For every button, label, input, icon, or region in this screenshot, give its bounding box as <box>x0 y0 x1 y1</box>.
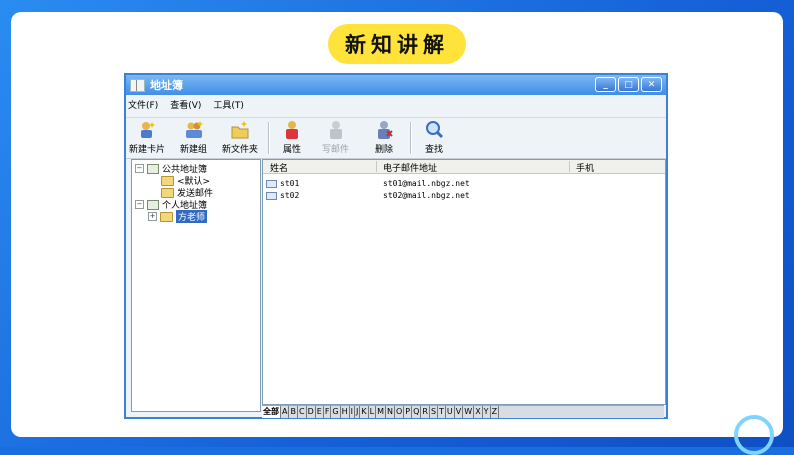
new-group-button[interactable]: 新建组 <box>180 120 207 155</box>
alpha-tab-l[interactable]: L <box>369 406 377 418</box>
column-email[interactable]: 电子邮件地址 <box>383 161 437 174</box>
menu-bar: 文件(F) 查看(V) 工具(T) <box>128 98 244 114</box>
write-mail-button[interactable]: 写邮件 <box>322 120 349 155</box>
alpha-tab-s[interactable]: S <box>430 406 439 418</box>
menu-file[interactable]: 文件(F) <box>128 98 158 114</box>
new-card-icon <box>141 122 155 138</box>
alpha-tab-t[interactable]: T <box>438 406 446 418</box>
alpha-tab-b[interactable]: B <box>289 406 298 418</box>
decorative-ring <box>734 415 774 455</box>
alpha-tab-u[interactable]: U <box>446 406 455 418</box>
properties-button[interactable]: 属性 <box>282 120 302 155</box>
maximize-button[interactable]: □ <box>618 77 639 92</box>
alphabet-tabs: 全部 A B C D E F G H I J K L M N O P Q R S T U V W X Y Z <box>262 405 664 418</box>
alpha-tab-c[interactable]: C <box>298 406 307 418</box>
table-row[interactable]: st01 st01@mail.nbgz.net <box>266 179 573 188</box>
alpha-tab-x[interactable]: X <box>474 406 483 418</box>
alpha-tab-m[interactable]: M <box>376 406 386 418</box>
new-folder-button[interactable]: 新文件夹 <box>222 120 258 155</box>
address-book-icon <box>147 163 159 174</box>
alpha-tab-all[interactable]: 全部 <box>262 406 281 418</box>
column-mobile[interactable]: 手机 <box>576 161 594 174</box>
list-header: 姓名 电子邮件地址 手机 <box>263 160 665 174</box>
write-mail-icon <box>329 121 342 139</box>
contact-card-icon <box>266 179 277 188</box>
window-titlebar[interactable]: 地址簿 _ □ ✕ <box>126 75 666 95</box>
alpha-tab-d[interactable]: D <box>307 406 316 418</box>
alpha-tab-k[interactable]: K <box>360 406 369 418</box>
properties-icon <box>286 121 298 139</box>
find-icon <box>426 121 444 139</box>
close-button[interactable]: ✕ <box>641 77 662 92</box>
collapse-icon[interactable]: − <box>135 164 144 173</box>
folder-tree: − 公共地址簿 <默认> 发送邮件 − 个人地址簿 + 方老师 <box>131 159 261 412</box>
toolbar-separator <box>410 122 412 154</box>
folder-icon <box>161 187 174 198</box>
menu-tools[interactable]: 工具(T) <box>213 98 244 114</box>
toolbar: 新建卡片 新建组 新文件夹 属性 写邮件 删除 查找 <box>126 117 666 159</box>
collapse-icon[interactable]: − <box>135 200 144 209</box>
toolbar-separator <box>268 122 270 154</box>
alpha-tab-o[interactable]: O <box>395 406 405 418</box>
alpha-tab-n[interactable]: N <box>386 406 395 418</box>
find-button[interactable]: 查找 <box>424 120 444 155</box>
address-book-window: 地址簿 _ □ ✕ 文件(F) 查看(V) 工具(T) 新建卡片 新建组 新文件… <box>124 73 668 419</box>
folder-icon <box>161 175 174 186</box>
new-card-button[interactable]: 新建卡片 <box>129 120 165 155</box>
minimize-button[interactable]: _ <box>595 77 616 92</box>
alpha-tab-e[interactable]: E <box>316 406 324 418</box>
window-title: 地址簿 <box>150 79 183 92</box>
column-name[interactable]: 姓名 <box>270 161 288 174</box>
address-book-icon <box>130 78 145 92</box>
alpha-tab-p[interactable]: P <box>404 406 413 418</box>
alpha-tab-f[interactable]: F <box>324 406 332 418</box>
alpha-tab-y[interactable]: Y <box>483 406 491 418</box>
delete-button[interactable]: 删除 <box>374 120 394 155</box>
contact-list: 姓名 电子邮件地址 手机 st01 st01@mail.nbgz.net st0… <box>262 159 666 405</box>
folder-icon <box>160 211 173 222</box>
new-folder-icon <box>231 121 249 139</box>
contact-card-icon <box>266 191 277 200</box>
slide-title: 新知讲解 <box>328 24 466 64</box>
address-book-icon <box>147 199 159 210</box>
alpha-tab-g[interactable]: G <box>331 406 341 418</box>
alpha-tab-w[interactable]: W <box>463 406 475 418</box>
alpha-tab-a[interactable]: A <box>281 406 290 418</box>
alpha-tab-r[interactable]: R <box>421 406 430 418</box>
table-row[interactable]: st02 st02@mail.nbgz.net <box>266 191 573 200</box>
new-group-icon <box>185 121 203 138</box>
alpha-tab-q[interactable]: Q <box>412 406 422 418</box>
menu-view[interactable]: 查看(V) <box>170 98 201 114</box>
tree-teacher-fang-folder[interactable]: + 方老师 <box>148 210 208 223</box>
alpha-tab-h[interactable]: H <box>341 406 350 418</box>
expand-icon[interactable]: + <box>148 212 157 221</box>
delete-icon <box>378 121 393 139</box>
alpha-tab-z[interactable]: Z <box>491 406 500 418</box>
alpha-tab-v[interactable]: V <box>455 406 464 418</box>
